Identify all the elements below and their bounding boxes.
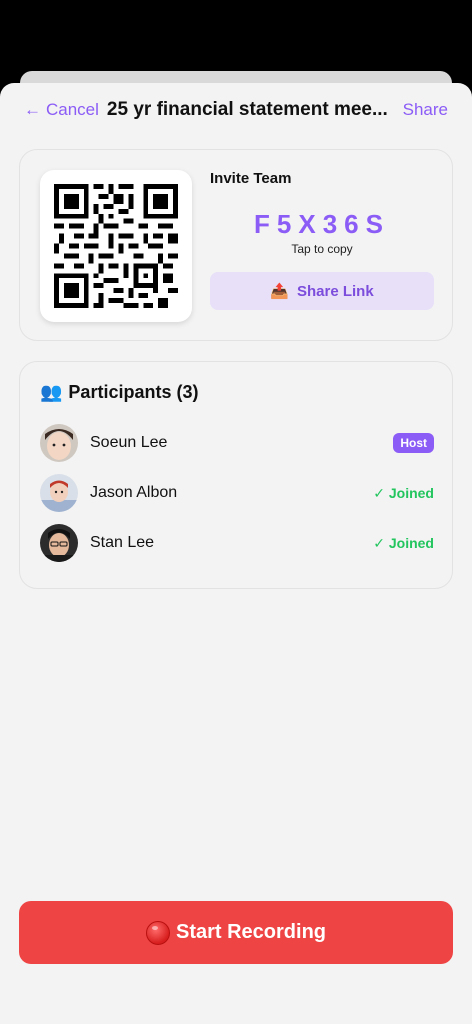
share-link-button[interactable]: 📤 Share Link: [210, 272, 434, 310]
participants-list: Soeun Lee Host Jason Albon ✓ Joined Stan…: [40, 418, 434, 568]
participant-name: Stan Lee: [90, 534, 155, 551]
participants-card: 👥 Participants (3) Soeun Lee Host Jason …: [19, 361, 453, 589]
outbox-tray-icon: 📤: [270, 283, 289, 300]
share-link-label: Share Link: [296, 282, 374, 300]
cancel-button[interactable]: ← Cancel: [24, 100, 99, 120]
start-recording-label: Start Recording: [175, 921, 327, 943]
page-title: 25 yr financial statement mee...: [106, 99, 388, 120]
avatar: [40, 424, 78, 462]
qr-code: [40, 170, 192, 322]
avatar: [40, 474, 78, 512]
arrow-left-icon: ←: [24, 100, 41, 119]
invite-title: Invite Team: [210, 170, 292, 187]
participant-name: Jason Albon: [90, 484, 178, 501]
avatar: [40, 524, 78, 562]
invite-details: Invite Team F5X36S Tap to copy 📤 Share L…: [210, 170, 434, 310]
participant-name: Soeun Lee: [90, 434, 168, 451]
host-badge: Host: [393, 433, 434, 453]
start-recording-button[interactable]: Start Recording: [19, 901, 453, 964]
joined-status: ✓ Joined: [373, 534, 434, 551]
participants-title: Participants (3): [68, 382, 199, 402]
tap-to-copy-hint: Tap to copy: [291, 242, 353, 256]
joined-status: ✓ Joined: [373, 484, 434, 501]
participant-row[interactable]: Jason Albon ✓ Joined: [40, 468, 434, 518]
invite-card: Invite Team F5X36S Tap to copy 📤 Share L…: [19, 149, 453, 341]
participant-row[interactable]: Soeun Lee Host: [40, 418, 434, 468]
nav-bar: ← Cancel 25 yr financial statement mee..…: [0, 83, 472, 137]
cancel-label: Cancel: [46, 100, 99, 119]
invite-code[interactable]: F5X36S: [210, 209, 434, 240]
participants-header: 👥 Participants (3): [40, 382, 198, 403]
red-circle-icon: [145, 920, 170, 945]
participant-row[interactable]: Stan Lee ✓ Joined: [40, 518, 434, 568]
qr-code-icon: [54, 184, 178, 308]
busts-icon: 👥: [40, 382, 63, 402]
modal-sheet: ← Cancel 25 yr financial statement mee..…: [0, 83, 472, 1024]
share-button[interactable]: Share: [403, 100, 448, 120]
